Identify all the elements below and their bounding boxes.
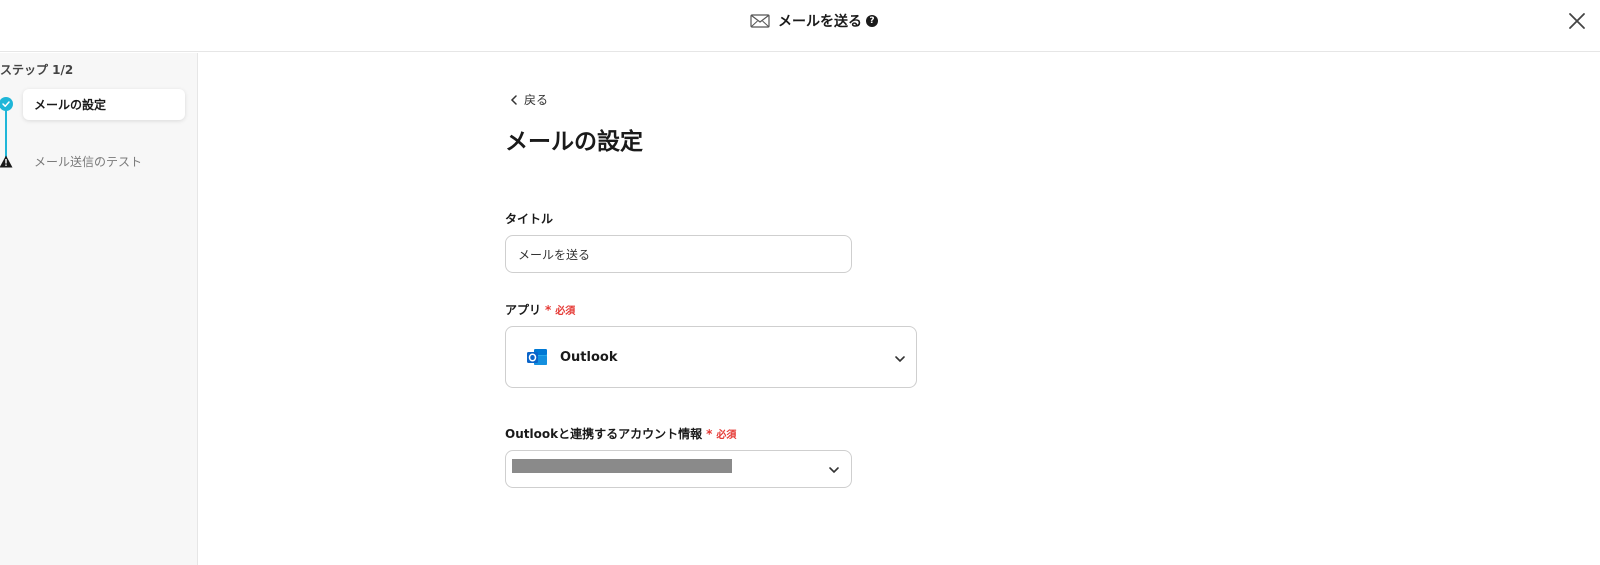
title-label-text: タイトル <box>505 212 554 226</box>
header-title: メールを送る <box>778 14 862 30</box>
redacted-account-value <box>512 459 732 473</box>
header-title-group: メールを送る ? <box>750 10 878 32</box>
check-icon <box>0 97 13 111</box>
close-icon[interactable] <box>1566 10 1588 32</box>
title-input[interactable] <box>505 235 852 273</box>
back-link[interactable]: 戻る <box>510 91 548 108</box>
account-select[interactable] <box>505 450 852 488</box>
account-field-label: Outlookと連携するアカウント情報 * 必須 <box>505 425 736 442</box>
chevron-down-icon <box>895 356 905 363</box>
app-field-label: アプリ * 必須 <box>505 301 575 318</box>
warning-icon <box>0 155 13 168</box>
outlook-icon <box>527 349 547 365</box>
required-mark: * <box>706 426 713 441</box>
step-sidebar: ステップ 1/2 メールの設定 メール送信のテスト <box>0 53 198 565</box>
help-icon[interactable]: ? <box>866 15 878 27</box>
mail-icon <box>750 14 770 28</box>
app-label-text: アプリ <box>505 303 542 317</box>
app-select[interactable]: Outlook <box>505 326 917 388</box>
title-field-label: タイトル <box>505 210 553 227</box>
step-item-email-test[interactable]: メール送信のテスト <box>34 153 142 170</box>
back-label: 戻る <box>524 93 549 107</box>
chevron-left-icon <box>510 94 517 105</box>
chevron-down-icon <box>829 467 839 474</box>
required-mark: * <box>545 302 552 317</box>
required-badge: 必須 <box>555 306 576 317</box>
step-item-email-settings[interactable]: メールの設定 <box>23 89 185 120</box>
page-title: メールの設定 <box>505 129 643 155</box>
app-select-value: Outlook <box>560 349 618 365</box>
required-badge: 必須 <box>716 430 737 441</box>
account-label-text: Outlookと連携するアカウント情報 <box>505 427 703 441</box>
step-count: ステップ 1/2 <box>0 63 74 77</box>
modal-header: メールを送る ? <box>0 0 1600 52</box>
